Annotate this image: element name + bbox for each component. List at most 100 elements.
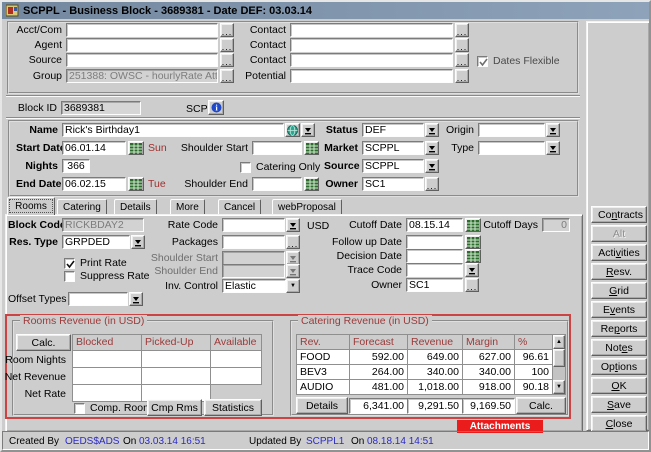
type-field[interactable] bbox=[478, 141, 545, 155]
cutoff-date-field[interactable]: 08.15.14 bbox=[406, 218, 463, 232]
acct-com-field[interactable] bbox=[66, 23, 218, 37]
activities-button[interactable]: Activities bbox=[591, 244, 647, 261]
source2-dropdown-button[interactable] bbox=[425, 159, 439, 173]
source-field[interactable] bbox=[66, 53, 218, 67]
trace-code-dropdown-button[interactable] bbox=[465, 263, 479, 277]
scroll-down-button[interactable]: ▼ bbox=[553, 380, 565, 394]
comp-rooms-checkbox[interactable] bbox=[74, 403, 85, 414]
inv-control-arrow-button[interactable]: ▼ bbox=[286, 279, 300, 293]
tab-more[interactable]: More bbox=[170, 199, 205, 215]
rooms-owner-lookup-button[interactable]: ... bbox=[465, 278, 479, 292]
res-type-field[interactable]: GRPDED bbox=[62, 235, 130, 249]
close-button[interactable]: Close bbox=[591, 415, 647, 432]
catering-details-button[interactable]: Details bbox=[296, 397, 348, 414]
status-dropdown-button[interactable] bbox=[425, 123, 439, 137]
rate-code-dropdown-button[interactable] bbox=[286, 218, 300, 232]
rooms-revenue-cell[interactable] bbox=[141, 367, 211, 385]
catering-scrollbar[interactable]: ▲ ▼ bbox=[552, 334, 566, 395]
name-field[interactable]: Rick's Birthday1 bbox=[62, 123, 284, 137]
decision-date-calendar-button[interactable] bbox=[465, 249, 481, 263]
contact-lookup-button-1[interactable]: ... bbox=[455, 23, 469, 37]
tab-details[interactable]: Details bbox=[114, 199, 157, 215]
nights-field[interactable]: 366 bbox=[62, 159, 90, 173]
options-button[interactable]: Options bbox=[591, 358, 647, 375]
packages-field[interactable] bbox=[222, 235, 285, 249]
dates-flexible-checkbox[interactable] bbox=[477, 56, 488, 67]
end-date-field[interactable]: 06.02.15 bbox=[62, 177, 126, 191]
rooms-owner-field[interactable]: SC1 bbox=[406, 278, 463, 292]
rooms-revenue-calc-button[interactable]: Calc. bbox=[16, 334, 71, 351]
rooms-revenue-cell[interactable] bbox=[72, 367, 142, 385]
group-field[interactable]: 251388: OWSC - hourlyRate Attribute bbox=[66, 69, 218, 83]
trace-code-field[interactable] bbox=[406, 263, 463, 277]
reports-button[interactable]: Reports bbox=[591, 320, 647, 337]
rooms-revenue-cell[interactable] bbox=[72, 350, 142, 368]
grid-button[interactable]: Grid bbox=[591, 282, 647, 299]
statistics-button[interactable]: Statistics bbox=[204, 399, 262, 416]
market-field[interactable]: SCPPL bbox=[362, 141, 424, 155]
save-button[interactable]: Save bbox=[591, 396, 647, 413]
cmp-rms-button[interactable]: Cmp Rms bbox=[147, 399, 202, 416]
scrollbar-thumb[interactable] bbox=[553, 349, 565, 367]
calendar-icon bbox=[467, 220, 479, 231]
offset-types-field[interactable] bbox=[68, 292, 128, 306]
status-field[interactable]: DEF bbox=[362, 123, 424, 137]
catering-cell: 264.00 bbox=[349, 364, 408, 380]
notes-button[interactable]: Notes bbox=[591, 339, 647, 356]
origin-field[interactable] bbox=[478, 123, 545, 137]
tab-webproposal[interactable]: webProposal bbox=[272, 199, 342, 215]
shoulder-end-field[interactable] bbox=[252, 177, 302, 191]
resv-button[interactable]: Resv. bbox=[591, 263, 647, 280]
shoulder-start-field[interactable] bbox=[252, 141, 302, 155]
translate-button[interactable] bbox=[285, 123, 300, 137]
decision-date-field[interactable] bbox=[406, 249, 463, 263]
shoulder-end-calendar-button[interactable] bbox=[304, 177, 319, 191]
block-code-field[interactable]: RICKBDAY2 bbox=[62, 218, 144, 232]
potential-field[interactable] bbox=[290, 69, 453, 83]
potential-lookup-button[interactable]: ... bbox=[455, 69, 469, 83]
events-button[interactable]: Events bbox=[591, 301, 647, 318]
start-date-calendar-button[interactable] bbox=[128, 141, 144, 155]
suppress-rate-checkbox[interactable] bbox=[64, 271, 75, 282]
follow-up-date-calendar-button[interactable] bbox=[465, 235, 481, 249]
contact-field-1[interactable] bbox=[290, 23, 453, 37]
catering-calc-button[interactable]: Calc. bbox=[516, 397, 566, 414]
contact-field-3[interactable] bbox=[290, 53, 453, 67]
name-dropdown-button[interactable] bbox=[301, 123, 315, 137]
rate-code-field[interactable] bbox=[222, 218, 285, 232]
shoulder-start-calendar-button[interactable] bbox=[304, 141, 319, 155]
contact-lookup-button-2[interactable]: ... bbox=[455, 38, 469, 52]
start-date-field[interactable]: 06.01.14 bbox=[62, 141, 126, 155]
calendar-icon bbox=[467, 251, 479, 262]
tab-cancel[interactable]: Cancel bbox=[218, 199, 261, 215]
end-day-label: Tue bbox=[148, 178, 166, 190]
follow-up-date-field[interactable] bbox=[406, 235, 463, 249]
owner-field[interactable]: SC1 bbox=[362, 177, 424, 191]
rooms-revenue-col-pickedup: Picked-Up bbox=[141, 334, 211, 351]
agent-field[interactable] bbox=[66, 38, 218, 52]
tab-rooms[interactable]: Rooms bbox=[7, 197, 55, 215]
ok-button[interactable]: OK bbox=[591, 377, 647, 394]
contracts-button[interactable]: Contracts bbox=[591, 206, 647, 223]
source2-field[interactable]: SCPPL bbox=[362, 159, 424, 173]
catering-only-checkbox[interactable] bbox=[240, 162, 251, 173]
type-dropdown-button[interactable] bbox=[546, 141, 560, 155]
print-rate-checkbox[interactable] bbox=[64, 258, 75, 269]
contact-lookup-button-3[interactable]: ... bbox=[455, 53, 469, 67]
rooms-revenue-cell[interactable] bbox=[210, 350, 262, 368]
owner-lookup-button[interactable]: ... bbox=[425, 177, 439, 191]
rooms-revenue-cell[interactable] bbox=[210, 367, 262, 385]
offset-types-dropdown-button[interactable] bbox=[129, 292, 143, 306]
packages-lookup-button[interactable]: ... bbox=[286, 235, 300, 249]
contact-field-2[interactable] bbox=[290, 38, 453, 52]
inv-control-select[interactable]: Elastic bbox=[222, 279, 286, 293]
origin-dropdown-button[interactable] bbox=[546, 123, 560, 137]
tab-catering[interactable]: Catering bbox=[57, 199, 107, 215]
cutoff-date-calendar-button[interactable] bbox=[465, 218, 481, 232]
market-dropdown-button[interactable] bbox=[425, 141, 439, 155]
scroll-up-button[interactable]: ▲ bbox=[553, 335, 565, 349]
rooms-revenue-cell[interactable] bbox=[72, 384, 142, 402]
property-info-button[interactable]: i bbox=[208, 100, 224, 115]
end-date-calendar-button[interactable] bbox=[128, 177, 144, 191]
rooms-revenue-cell[interactable] bbox=[141, 350, 211, 368]
